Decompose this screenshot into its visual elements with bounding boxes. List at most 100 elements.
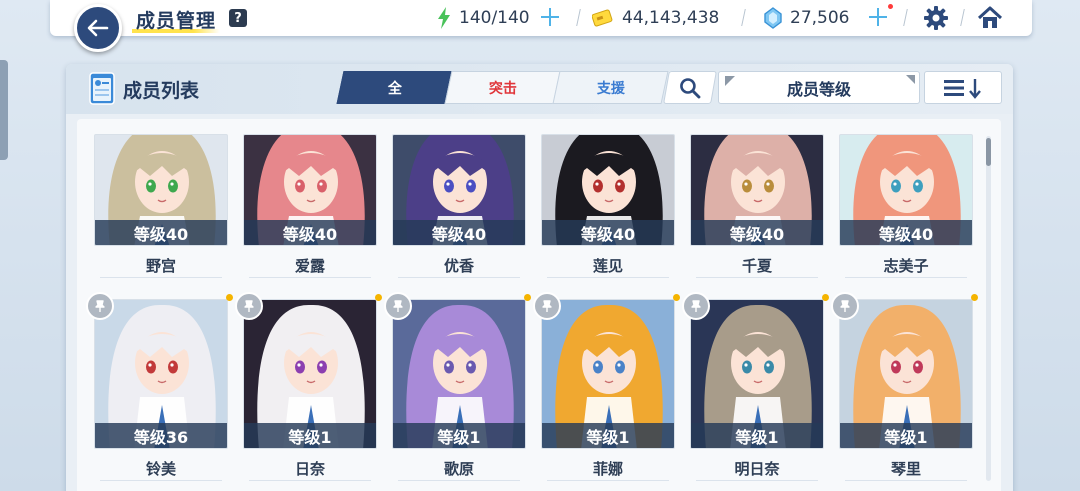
pin-icon: [244, 300, 254, 312]
ap-value: 140/140: [459, 8, 530, 28]
member-name: 优香: [443, 257, 474, 275]
member-portrait[interactable]: 等级40: [541, 134, 675, 246]
member-portrait[interactable]: 等级40: [839, 134, 973, 246]
divider: [696, 480, 818, 481]
member-name: 日奈: [294, 460, 325, 478]
divider: [249, 277, 371, 278]
member-portrait[interactable]: 等级40: [94, 134, 228, 246]
member-portrait[interactable]: 等级1: [690, 299, 824, 449]
divider: [845, 480, 967, 481]
credit-display: 44,143,438: [592, 8, 719, 28]
tab-label: 全: [387, 80, 402, 97]
member-portrait[interactable]: 等级40: [243, 134, 377, 246]
back-arrow-icon: [87, 19, 109, 37]
gem-plus-button[interactable]: [868, 7, 888, 29]
corner-mark: [906, 75, 915, 84]
member-portrait[interactable]: 等级1: [839, 299, 973, 449]
pin-button[interactable]: [384, 292, 412, 320]
credit-value: 44,143,438: [622, 8, 720, 28]
member-name: 志美子: [883, 257, 929, 275]
home-icon[interactable]: [977, 5, 1003, 31]
member-portrait[interactable]: 等级40: [690, 134, 824, 246]
member-name: 铃美: [145, 460, 176, 478]
student-list-icon: [89, 72, 115, 105]
tab-label: 支援: [596, 80, 625, 97]
pin-button[interactable]: [86, 292, 114, 320]
member-portrait[interactable]: 等级36: [94, 299, 228, 449]
gem-display: 27,506: [764, 7, 850, 29]
scrollbar-track[interactable]: [986, 136, 991, 481]
divider: [398, 277, 520, 278]
member-portrait[interactable]: 等级1: [541, 299, 675, 449]
member-level: 等级1: [393, 423, 525, 448]
member-name: 野宫: [145, 257, 176, 275]
member-name: 明日奈: [734, 460, 780, 478]
member-level: 等级40: [542, 220, 674, 245]
search-button[interactable]: [663, 71, 717, 104]
member-level: 等级1: [542, 423, 674, 448]
member-level: 等级1: [691, 423, 823, 448]
member-level: 等级1: [840, 423, 972, 448]
member-name: 莲见: [592, 257, 623, 275]
pin-icon: [95, 300, 105, 312]
pin-button[interactable]: [682, 292, 710, 320]
member-name: 歌原: [443, 460, 474, 478]
scrollbar-thumb[interactable]: [986, 138, 991, 166]
sort-dropdown[interactable]: 成员等级: [718, 71, 920, 104]
divider: [696, 277, 818, 278]
divider: [845, 277, 967, 278]
search-icon: [680, 77, 701, 98]
filter-tabs: 全 突击 支援: [336, 71, 669, 104]
pin-icon: [393, 300, 403, 312]
ap-bolt-icon: [438, 7, 450, 29]
member-level: 等级36: [95, 423, 227, 448]
member-portrait[interactable]: 等级40: [392, 134, 526, 246]
credit-card-icon: [592, 9, 613, 27]
member-level: 等级40: [244, 220, 376, 245]
member-portrait[interactable]: 等级1: [392, 299, 526, 449]
panel-title: 成员列表: [123, 80, 200, 102]
divider: [100, 277, 222, 278]
member-name: 爱露: [294, 257, 325, 275]
ap-display: 140/140: [437, 7, 530, 29]
divider: [547, 277, 669, 278]
back-button[interactable]: [74, 4, 122, 52]
member-name: 琴里: [890, 460, 921, 478]
sort-order-button[interactable]: [924, 71, 1002, 104]
ap-plus-button[interactable]: [540, 7, 560, 29]
member-level: 等级40: [95, 220, 227, 245]
divider: [547, 480, 669, 481]
new-badge-dot: [226, 294, 233, 301]
divider: [398, 480, 520, 481]
member-name: 千夏: [741, 257, 772, 275]
new-badge-dot: [524, 294, 531, 301]
gem-value: 27,506: [790, 8, 850, 28]
gear-icon[interactable]: [923, 5, 949, 31]
member-portrait[interactable]: 等级1: [243, 299, 377, 449]
tab-striker[interactable]: 突击: [444, 71, 561, 104]
side-handle[interactable]: [0, 60, 8, 160]
corner-mark: [725, 76, 735, 86]
member-level: 等级40: [393, 220, 525, 245]
new-badge-dot: [673, 294, 680, 301]
pin-button[interactable]: [533, 292, 561, 320]
member-name: 菲娜: [592, 460, 623, 478]
tab-all[interactable]: 全: [336, 71, 453, 104]
tab-special[interactable]: 支援: [552, 71, 669, 104]
tab-label: 突击: [488, 80, 517, 97]
page-title: 成员管理: [136, 10, 217, 32]
pin-icon: [542, 300, 552, 312]
new-badge-dot: [971, 294, 978, 301]
plus-icon: [541, 8, 559, 26]
new-badge-dot: [822, 294, 829, 301]
member-level: 等级40: [840, 220, 972, 245]
pin-icon: [840, 300, 850, 312]
help-icon[interactable]: ?: [229, 9, 247, 27]
gem-icon: [764, 7, 782, 29]
divider: [249, 480, 371, 481]
member-level: 等级40: [691, 220, 823, 245]
pin-button[interactable]: [831, 292, 859, 320]
new-badge-dot: [375, 294, 382, 301]
member-level: 等级1: [244, 423, 376, 448]
pin-button[interactable]: [235, 292, 263, 320]
